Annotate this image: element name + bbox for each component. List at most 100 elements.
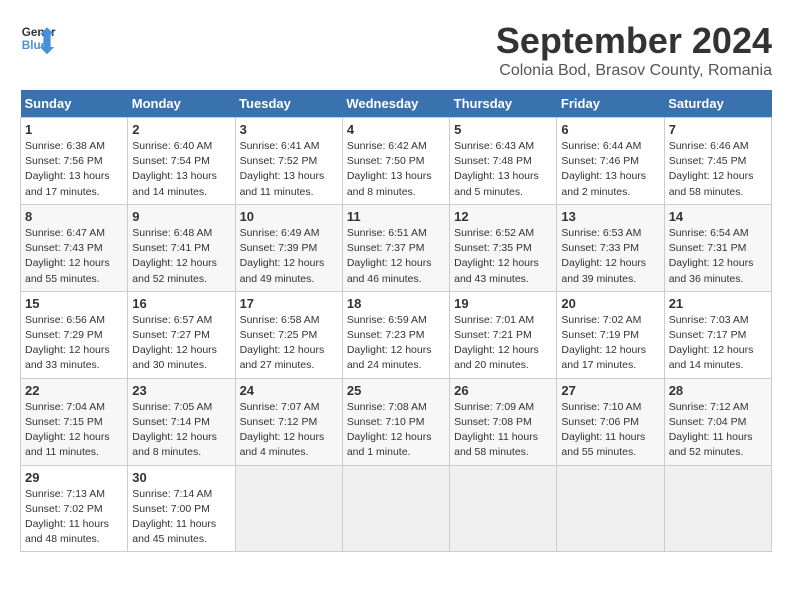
day-info: Sunrise: 6:42 AMSunset: 7:50 PMDaylight:… bbox=[347, 139, 445, 200]
calendar-table: SundayMondayTuesdayWednesdayThursdayFrid… bbox=[20, 90, 772, 552]
day-info: Sunrise: 6:48 AMSunset: 7:41 PMDaylight:… bbox=[132, 226, 230, 287]
calendar-cell bbox=[557, 465, 664, 552]
day-info: Sunrise: 6:54 AMSunset: 7:31 PMDaylight:… bbox=[669, 226, 767, 287]
day-number: 26 bbox=[454, 383, 552, 398]
calendar-cell: 21 Sunrise: 7:03 AMSunset: 7:17 PMDayligh… bbox=[664, 291, 771, 378]
day-header-wednesday: Wednesday bbox=[342, 90, 449, 118]
calendar-cell: 15 Sunrise: 6:56 AMSunset: 7:29 PMDayligh… bbox=[21, 291, 128, 378]
day-info: Sunrise: 7:03 AMSunset: 7:17 PMDaylight:… bbox=[669, 313, 767, 374]
day-info: Sunrise: 6:43 AMSunset: 7:48 PMDaylight:… bbox=[454, 139, 552, 200]
day-info: Sunrise: 6:40 AMSunset: 7:54 PMDaylight:… bbox=[132, 139, 230, 200]
day-number: 8 bbox=[25, 209, 123, 224]
calendar-cell: 7 Sunrise: 6:46 AMSunset: 7:45 PMDaylight… bbox=[664, 118, 771, 205]
day-header-saturday: Saturday bbox=[664, 90, 771, 118]
day-info: Sunrise: 7:05 AMSunset: 7:14 PMDaylight:… bbox=[132, 400, 230, 461]
day-number: 10 bbox=[240, 209, 338, 224]
calendar-cell: 6 Sunrise: 6:44 AMSunset: 7:46 PMDaylight… bbox=[557, 118, 664, 205]
calendar-cell: 9 Sunrise: 6:48 AMSunset: 7:41 PMDaylight… bbox=[128, 204, 235, 291]
calendar-cell: 22 Sunrise: 7:04 AMSunset: 7:15 PMDayligh… bbox=[21, 378, 128, 465]
day-number: 14 bbox=[669, 209, 767, 224]
calendar-cell: 18 Sunrise: 6:59 AMSunset: 7:23 PMDayligh… bbox=[342, 291, 449, 378]
day-info: Sunrise: 7:12 AMSunset: 7:04 PMDaylight:… bbox=[669, 400, 767, 461]
calendar-cell: 30Sunrise: 7:14 AMSunset: 7:00 PMDayligh… bbox=[128, 465, 235, 552]
calendar-cell: 17 Sunrise: 6:58 AMSunset: 7:25 PMDayligh… bbox=[235, 291, 342, 378]
calendar-cell: 8 Sunrise: 6:47 AMSunset: 7:43 PMDaylight… bbox=[21, 204, 128, 291]
day-number: 30 bbox=[132, 470, 230, 485]
calendar-week-5: 29 Sunrise: 7:13 AMSunset: 7:02 PMDayligh… bbox=[21, 465, 772, 552]
day-number: 19 bbox=[454, 296, 552, 311]
day-number: 5 bbox=[454, 122, 552, 137]
calendar-week-3: 15 Sunrise: 6:56 AMSunset: 7:29 PMDayligh… bbox=[21, 291, 772, 378]
calendar-cell: 27Sunrise: 7:10 AMSunset: 7:06 PMDayligh… bbox=[557, 378, 664, 465]
calendar-week-1: 1Sunrise: 6:38 AMSunset: 7:56 PMDaylight… bbox=[21, 118, 772, 205]
calendar-cell: 11Sunrise: 6:51 AMSunset: 7:37 PMDayligh… bbox=[342, 204, 449, 291]
day-number: 15 bbox=[25, 296, 123, 311]
calendar-cell: 2 Sunrise: 6:40 AMSunset: 7:54 PMDaylight… bbox=[128, 118, 235, 205]
location-title: Colonia Bod, Brasov County, Romania bbox=[496, 62, 772, 80]
day-header-monday: Monday bbox=[128, 90, 235, 118]
calendar-cell: 14 Sunrise: 6:54 AMSunset: 7:31 PMDayligh… bbox=[664, 204, 771, 291]
title-section: September 2024 Colonia Bod, Brasov Count… bbox=[496, 20, 772, 80]
calendar-cell: 5 Sunrise: 6:43 AMSunset: 7:48 PMDaylight… bbox=[450, 118, 557, 205]
day-number: 16 bbox=[132, 296, 230, 311]
day-info: Sunrise: 7:08 AMSunset: 7:10 PMDaylight:… bbox=[347, 400, 445, 461]
day-number: 1 bbox=[25, 122, 123, 137]
calendar-cell bbox=[664, 465, 771, 552]
calendar-cell: 23 Sunrise: 7:05 AMSunset: 7:14 PMDayligh… bbox=[128, 378, 235, 465]
day-number: 12 bbox=[454, 209, 552, 224]
calendar-cell: 24 Sunrise: 7:07 AMSunset: 7:12 PMDayligh… bbox=[235, 378, 342, 465]
day-number: 3 bbox=[240, 122, 338, 137]
day-info: Sunrise: 6:52 AMSunset: 7:35 PMDaylight:… bbox=[454, 226, 552, 287]
day-number: 7 bbox=[669, 122, 767, 137]
calendar-week-2: 8 Sunrise: 6:47 AMSunset: 7:43 PMDaylight… bbox=[21, 204, 772, 291]
day-info: Sunrise: 6:46 AMSunset: 7:45 PMDaylight:… bbox=[669, 139, 767, 200]
page-header: General Blue September 2024 Colonia Bod,… bbox=[20, 20, 772, 80]
day-number: 9 bbox=[132, 209, 230, 224]
calendar-week-4: 22 Sunrise: 7:04 AMSunset: 7:15 PMDayligh… bbox=[21, 378, 772, 465]
day-info: Sunrise: 6:44 AMSunset: 7:46 PMDaylight:… bbox=[561, 139, 659, 200]
day-info: Sunrise: 7:01 AMSunset: 7:21 PMDaylight:… bbox=[454, 313, 552, 374]
calendar-cell: 16 Sunrise: 6:57 AMSunset: 7:27 PMDayligh… bbox=[128, 291, 235, 378]
calendar-cell: 12 Sunrise: 6:52 AMSunset: 7:35 PMDayligh… bbox=[450, 204, 557, 291]
day-header-friday: Friday bbox=[557, 90, 664, 118]
calendar-cell: 1Sunrise: 6:38 AMSunset: 7:56 PMDaylight… bbox=[21, 118, 128, 205]
calendar-cell: 4Sunrise: 6:42 AMSunset: 7:50 PMDaylight… bbox=[342, 118, 449, 205]
day-number: 23 bbox=[132, 383, 230, 398]
calendar-cell: 19 Sunrise: 7:01 AMSunset: 7:21 PMDayligh… bbox=[450, 291, 557, 378]
day-info: Sunrise: 6:47 AMSunset: 7:43 PMDaylight:… bbox=[25, 226, 123, 287]
day-header-sunday: Sunday bbox=[21, 90, 128, 118]
day-number: 2 bbox=[132, 122, 230, 137]
day-number: 17 bbox=[240, 296, 338, 311]
calendar-cell: 20Sunrise: 7:02 AMSunset: 7:19 PMDayligh… bbox=[557, 291, 664, 378]
calendar-cell bbox=[342, 465, 449, 552]
day-info: Sunrise: 7:13 AMSunset: 7:02 PMDaylight:… bbox=[25, 487, 123, 548]
day-number: 18 bbox=[347, 296, 445, 311]
calendar-cell: 3 Sunrise: 6:41 AMSunset: 7:52 PMDaylight… bbox=[235, 118, 342, 205]
day-info: Sunrise: 6:41 AMSunset: 7:52 PMDaylight:… bbox=[240, 139, 338, 200]
day-info: Sunrise: 7:09 AMSunset: 7:08 PMDaylight:… bbox=[454, 400, 552, 461]
day-number: 29 bbox=[25, 470, 123, 485]
day-number: 20 bbox=[561, 296, 659, 311]
day-number: 22 bbox=[25, 383, 123, 398]
day-number: 24 bbox=[240, 383, 338, 398]
day-info: Sunrise: 6:49 AMSunset: 7:39 PMDaylight:… bbox=[240, 226, 338, 287]
calendar-cell: 10 Sunrise: 6:49 AMSunset: 7:39 PMDayligh… bbox=[235, 204, 342, 291]
day-info: Sunrise: 6:59 AMSunset: 7:23 PMDaylight:… bbox=[347, 313, 445, 374]
day-number: 6 bbox=[561, 122, 659, 137]
day-info: Sunrise: 7:07 AMSunset: 7:12 PMDaylight:… bbox=[240, 400, 338, 461]
calendar-cell: 25 Sunrise: 7:08 AMSunset: 7:10 PMDayligh… bbox=[342, 378, 449, 465]
calendar-cell: 26 Sunrise: 7:09 AMSunset: 7:08 PMDayligh… bbox=[450, 378, 557, 465]
calendar-cell: 28 Sunrise: 7:12 AMSunset: 7:04 PMDayligh… bbox=[664, 378, 771, 465]
calendar-cell: 29 Sunrise: 7:13 AMSunset: 7:02 PMDayligh… bbox=[21, 465, 128, 552]
calendar-cell bbox=[450, 465, 557, 552]
day-number: 28 bbox=[669, 383, 767, 398]
day-header-thursday: Thursday bbox=[450, 90, 557, 118]
day-info: Sunrise: 6:57 AMSunset: 7:27 PMDaylight:… bbox=[132, 313, 230, 374]
day-number: 21 bbox=[669, 296, 767, 311]
day-number: 25 bbox=[347, 383, 445, 398]
day-info: Sunrise: 7:04 AMSunset: 7:15 PMDaylight:… bbox=[25, 400, 123, 461]
day-info: Sunrise: 6:58 AMSunset: 7:25 PMDaylight:… bbox=[240, 313, 338, 374]
calendar-cell: 13Sunrise: 6:53 AMSunset: 7:33 PMDayligh… bbox=[557, 204, 664, 291]
day-number: 27 bbox=[561, 383, 659, 398]
day-info: Sunrise: 6:56 AMSunset: 7:29 PMDaylight:… bbox=[25, 313, 123, 374]
